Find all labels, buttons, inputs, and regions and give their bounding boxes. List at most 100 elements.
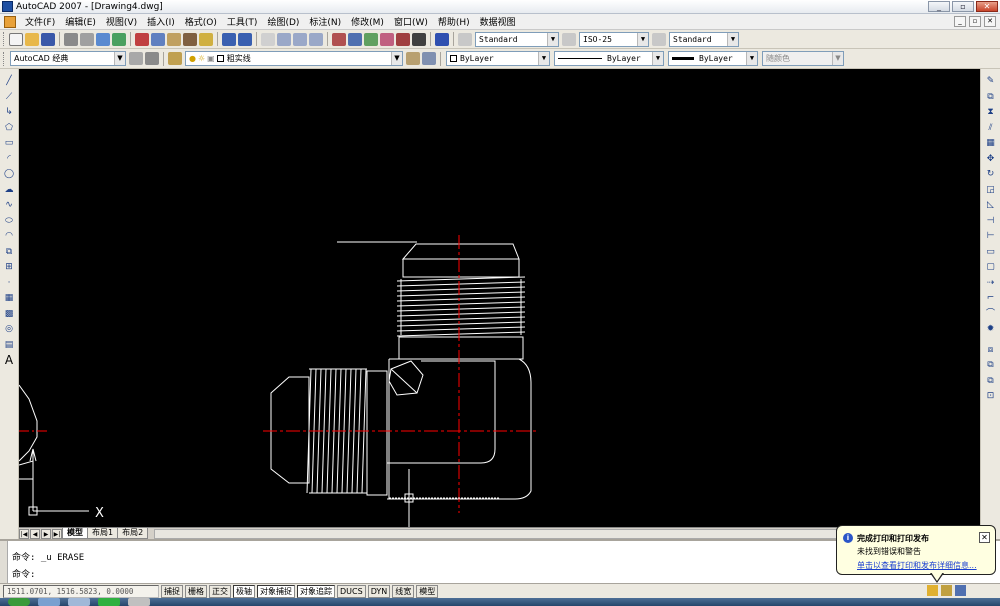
zoom-realtime-icon[interactable]: [277, 32, 291, 46]
doc-close-button[interactable]: ✕: [984, 16, 996, 27]
tab-layout2[interactable]: 布局2: [117, 528, 149, 539]
chevron-down-icon[interactable]: ▼: [652, 52, 663, 65]
chevron-down-icon[interactable]: ▼: [391, 52, 402, 65]
first-tab-button[interactable]: |◀: [19, 528, 29, 539]
revision-cloud-icon[interactable]: ☁: [3, 184, 16, 197]
lock-icon[interactable]: [941, 585, 952, 596]
coordinate-readout[interactable]: 1511.0701, 1516.5823, 0.0000: [3, 584, 159, 598]
make-current-layer-icon[interactable]: [406, 52, 420, 65]
erase-icon[interactable]: ✎: [984, 75, 997, 88]
chevron-down-icon[interactable]: ▼: [832, 52, 843, 65]
explorer-taskbar-icon[interactable]: [68, 598, 90, 606]
menu-tools[interactable]: 工具(T): [222, 15, 263, 28]
chevron-down-icon[interactable]: ▼: [114, 52, 125, 65]
pan-icon[interactable]: [261, 32, 275, 46]
calculator-icon[interactable]: [412, 32, 426, 46]
point-icon[interactable]: ·: [3, 277, 16, 290]
ortho-toggle[interactable]: 正交: [209, 584, 231, 598]
copy-object-icon[interactable]: ⧉: [984, 91, 997, 104]
zoom-previous-icon[interactable]: [309, 32, 323, 46]
color-select[interactable]: ByLayer ▼: [446, 51, 550, 66]
join-icon[interactable]: ⇢: [984, 277, 997, 290]
polar-toggle[interactable]: 极轴: [233, 584, 255, 598]
copy-icon[interactable]: [151, 32, 165, 46]
print-icon[interactable]: [64, 32, 78, 46]
menu-modify[interactable]: 修改(M): [346, 15, 389, 28]
dyn-toggle[interactable]: DYN: [367, 584, 391, 598]
menu-draw[interactable]: 绘图(D): [262, 15, 304, 28]
gradient-icon[interactable]: ▩: [3, 308, 16, 321]
construction-line-icon[interactable]: ⟋: [3, 91, 16, 104]
grid-toggle[interactable]: 栅格: [185, 584, 207, 598]
bring-forward-icon[interactable]: ⧉: [984, 359, 997, 372]
notification-close-button[interactable]: ✕: [979, 532, 990, 543]
hatch-icon[interactable]: ▦: [3, 292, 16, 305]
insert-block-icon[interactable]: ⧉: [3, 246, 16, 259]
tab-layout1[interactable]: 布局1: [87, 528, 119, 539]
chevron-down-icon[interactable]: ▼: [637, 32, 648, 46]
stretch-icon[interactable]: ◺: [984, 199, 997, 212]
command-prompt[interactable]: 命令:: [12, 567, 35, 580]
start-button[interactable]: [8, 598, 30, 606]
autocad-app-icon[interactable]: [2, 1, 13, 12]
help-icon[interactable]: [435, 32, 449, 46]
save-workspace-icon[interactable]: [145, 52, 159, 65]
zoom-window-icon[interactable]: [293, 32, 307, 46]
circle-icon[interactable]: ◯: [3, 168, 16, 181]
trim-icon[interactable]: ⊣: [984, 215, 997, 228]
bring-above-icon[interactable]: ⊡: [984, 390, 997, 403]
new-file-icon[interactable]: [9, 32, 23, 46]
app-taskbar-icon[interactable]: [98, 598, 120, 606]
ellipse-arc-icon[interactable]: ◠: [3, 230, 16, 243]
cut-icon[interactable]: [135, 32, 149, 46]
extend-icon[interactable]: ⊢: [984, 230, 997, 243]
doc-minimize-button[interactable]: _: [954, 16, 966, 27]
paste-icon[interactable]: [167, 32, 181, 46]
chevron-down-icon[interactable]: ▼: [746, 52, 757, 65]
close-button[interactable]: ✕: [976, 1, 998, 12]
design-center-icon[interactable]: [348, 32, 362, 46]
menu-file[interactable]: 文件(F): [20, 15, 60, 28]
workspace-select[interactable]: AutoCAD 经典 ▼: [10, 51, 126, 66]
chevron-down-icon[interactable]: ▼: [538, 52, 549, 65]
plot-status-icon[interactable]: [927, 585, 938, 596]
linetype-select[interactable]: ByLayer ▼: [554, 51, 664, 66]
sheet-set-icon[interactable]: [380, 32, 394, 46]
text-style-select[interactable]: Standard ▼: [475, 31, 559, 47]
osnap-toggle[interactable]: 对象捕捉: [257, 584, 295, 598]
table-style-icon[interactable]: [652, 32, 666, 46]
layer-select[interactable]: ● ☼ ▣ 粗实线 ▼: [185, 51, 403, 66]
spline-icon[interactable]: ∿: [3, 199, 16, 212]
array-icon[interactable]: ▦: [984, 137, 997, 150]
chevron-down-icon[interactable]: ▼: [547, 32, 558, 46]
break-at-point-icon[interactable]: ▭: [984, 246, 997, 259]
offset-icon[interactable]: ⫽: [984, 122, 997, 135]
rotate-icon[interactable]: ↻: [984, 168, 997, 181]
doc-restore-button[interactable]: ▫: [969, 16, 981, 27]
send-back-icon[interactable]: ⧉: [984, 375, 997, 388]
toolbar-grip[interactable]: [3, 32, 6, 46]
chevron-down-icon[interactable]: ▼: [727, 32, 738, 46]
mirror-icon[interactable]: ⧗: [984, 106, 997, 119]
dim-style-icon[interactable]: [562, 32, 576, 46]
open-folder-icon[interactable]: [25, 32, 39, 46]
match-properties-icon[interactable]: [183, 32, 197, 46]
arc-icon[interactable]: ◜: [3, 153, 16, 166]
menu-format[interactable]: 格式(O): [180, 15, 222, 28]
markup-icon[interactable]: [396, 32, 410, 46]
polygon-icon[interactable]: ⬠: [3, 122, 16, 135]
restore-button[interactable]: ▫: [952, 1, 974, 12]
communication-center-icon[interactable]: [955, 585, 966, 596]
app-taskbar-icon[interactable]: [128, 598, 150, 606]
line-icon[interactable]: ╱: [3, 75, 16, 88]
block-editor-icon[interactable]: [199, 32, 213, 46]
layer-previous-icon[interactable]: [422, 52, 436, 65]
explode-icon[interactable]: ✹: [984, 323, 997, 336]
notification-details-link[interactable]: 单击以查看打印和发布详细信息...: [857, 560, 977, 571]
model-toggle[interactable]: 模型: [416, 584, 439, 598]
move-icon[interactable]: ✥: [984, 153, 997, 166]
save-icon[interactable]: [41, 32, 55, 46]
browser-taskbar-icon[interactable]: [38, 598, 60, 606]
otrack-toggle[interactable]: 对象追踪: [297, 584, 335, 598]
prev-tab-button[interactable]: ◀: [30, 528, 40, 539]
